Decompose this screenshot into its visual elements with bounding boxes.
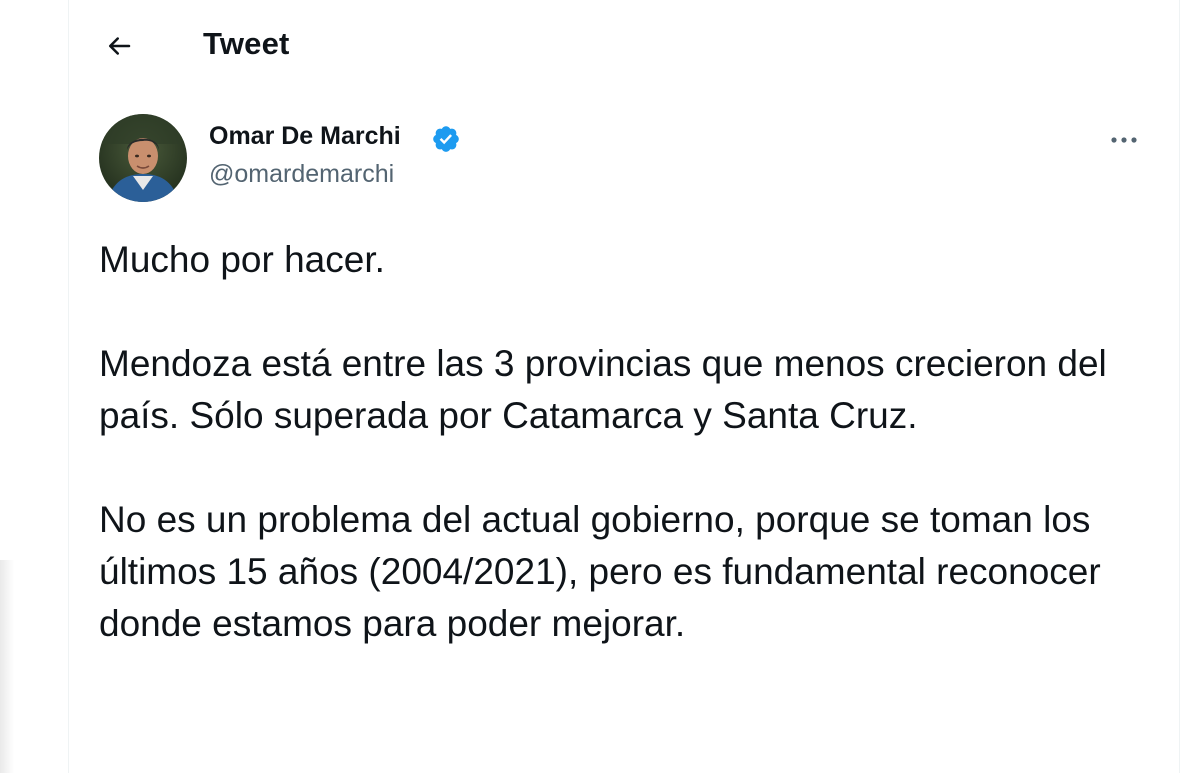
author-handle[interactable]: @omardemarchi (209, 160, 394, 189)
avatar[interactable] (99, 114, 187, 202)
left-gutter (0, 0, 68, 773)
tweet-paragraph: Mendoza está entre las 3 provincias que … (99, 343, 1107, 436)
tweet-header: Tweet (69, 0, 1179, 90)
more-horizontal-icon (1111, 137, 1137, 143)
tweet-paragraph: Mucho por hacer. (99, 239, 385, 280)
tweet-paragraph: No es un problema del actual gobierno, p… (99, 499, 1101, 644)
back-button[interactable] (95, 22, 143, 70)
edge-shade (0, 560, 14, 773)
tweet-column: Tweet Omar De Marchi @omardemarchi Mucho… (68, 0, 1180, 773)
more-options-button[interactable] (1099, 118, 1149, 162)
arrow-left-icon (109, 37, 131, 55)
author-name[interactable]: Omar De Marchi (209, 122, 401, 151)
page-title: Tweet (203, 26, 290, 61)
tweet-text: Mucho por hacer. Mendoza está entre las … (99, 234, 1119, 702)
verified-badge-icon (433, 126, 459, 152)
profile-photo (99, 114, 187, 202)
